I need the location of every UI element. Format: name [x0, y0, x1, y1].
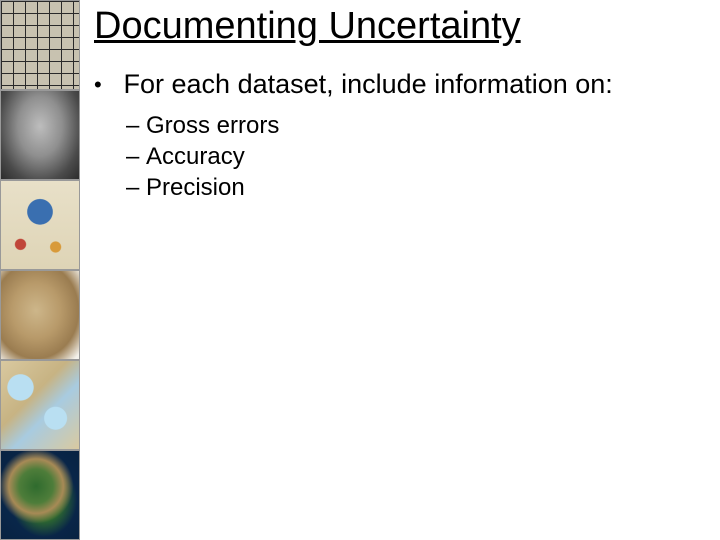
- sub-bullet-precision: Precision: [146, 172, 704, 203]
- thumb-parchment-fragment-map: [0, 270, 80, 360]
- sub-bullet-list: Gross errors Accuracy Precision: [116, 110, 704, 204]
- slide-content: Documenting Uncertainty For each dataset…: [88, 0, 720, 203]
- thumb-atlas-relief-map: [0, 360, 80, 450]
- slide-title: Documenting Uncertainty: [94, 6, 704, 48]
- bullet-item-1: For each dataset, include information on…: [116, 68, 704, 203]
- thumb-medieval-world-map: [0, 180, 80, 270]
- sidebar-thumbnails: [0, 0, 80, 540]
- thumb-geometric-grid-map: [0, 0, 80, 90]
- sub-bullet-gross-errors: Gross errors: [146, 110, 704, 141]
- thumb-clay-tablet-map: [0, 90, 80, 180]
- bullet-item-1-text: For each dataset, include information on…: [124, 69, 613, 99]
- bullet-list: For each dataset, include information on…: [94, 68, 704, 203]
- sub-bullet-accuracy: Accuracy: [146, 141, 704, 172]
- slide: Documenting Uncertainty For each dataset…: [0, 0, 720, 540]
- thumb-satellite-continent-map: [0, 450, 80, 540]
